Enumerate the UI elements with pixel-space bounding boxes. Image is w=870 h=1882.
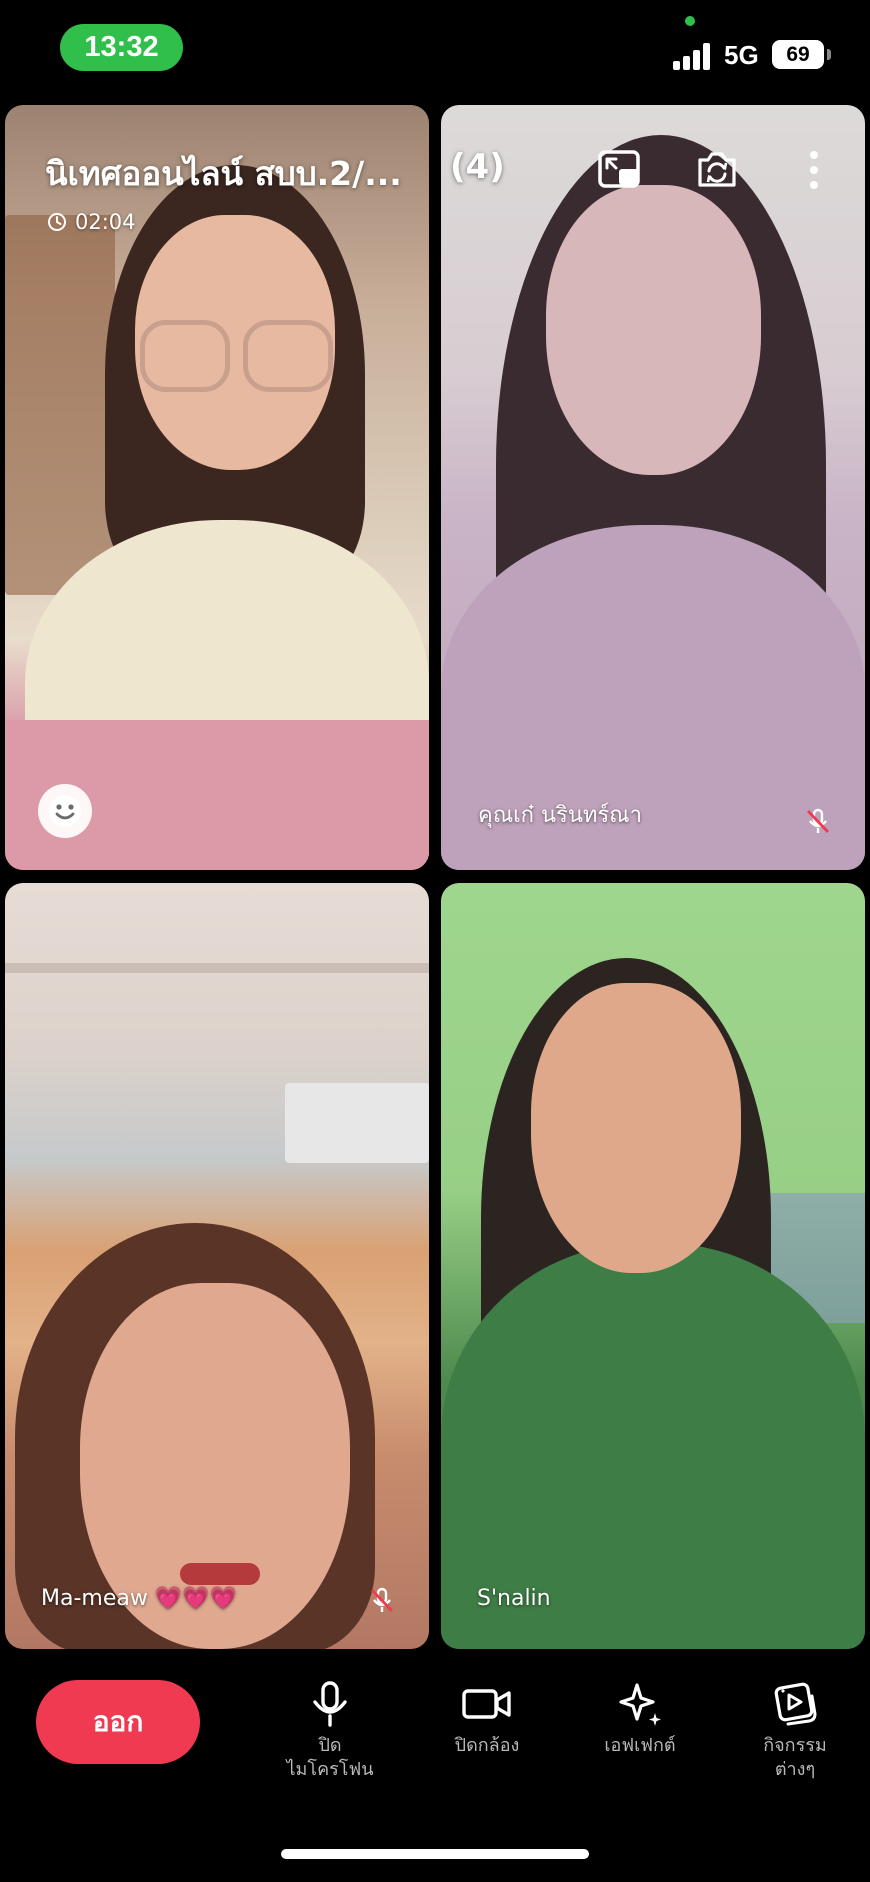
call-header: นิเทศออนไลน์ สบบ.2/... (4) 02:04 <box>0 135 870 235</box>
participant-name: คุณเก๋ นรินทร์ณา <box>478 803 642 828</box>
participant-tile-4[interactable]: S'nalin <box>441 883 865 1649</box>
cellular-signal-icon <box>673 42 713 70</box>
status-time: 13:32 <box>60 24 183 71</box>
smiley-icon <box>49 795 81 827</box>
call-duration-text: 02:04 <box>75 210 136 234</box>
participant-tile-3[interactable]: Ma-meaw 💗💗💗 <box>5 883 429 1649</box>
activities-button[interactable]: กิจกรรม ต่างๆ <box>735 1680 855 1782</box>
video-call-screen: 13:32 5G 69 คุณเก๋ นรินทร์ณา Ma-meaw 💗💗💗… <box>0 0 870 1882</box>
participant-name: Ma-meaw 💗💗💗 <box>41 1586 238 1611</box>
switch-camera-icon[interactable] <box>694 147 740 193</box>
video-camera-icon <box>462 1689 511 1719</box>
activities-label: กิจกรรม ต่างๆ <box>763 1735 827 1780</box>
emoji-reaction-button[interactable] <box>38 784 92 838</box>
muted-mic-icon <box>806 808 830 833</box>
participant-4-video-feed <box>441 883 865 1649</box>
effects-label: เอฟเฟกต์ <box>604 1735 676 1756</box>
battery-nub <box>827 49 831 60</box>
call-controls: ออก ปิด ไมโครโฟน ปิดกล้อง เอฟเฟกต์ กิจกร… <box>0 1660 870 1820</box>
call-duration: 02:04 <box>47 210 136 234</box>
turn-off-camera-button[interactable]: ปิดกล้อง <box>427 1680 547 1758</box>
leave-call-button[interactable]: ออก <box>36 1680 200 1764</box>
more-icon[interactable] <box>791 147 837 193</box>
camera-label: ปิดกล้อง <box>454 1735 520 1756</box>
mute-mic-label: ปิด ไมโครโฟน <box>286 1735 374 1780</box>
battery-icon: 69 <box>772 40 824 69</box>
participant-name: S'nalin <box>477 1586 551 1611</box>
clock-icon <box>48 213 66 231</box>
status-bar: 13:32 5G 69 <box>0 0 870 100</box>
pip-icon[interactable] <box>597 147 643 193</box>
participant-3-video-feed <box>5 883 429 1649</box>
microphone-icon <box>313 1681 347 1727</box>
sparkles-icon <box>619 1683 661 1726</box>
camera-in-use-indicator <box>685 16 695 26</box>
muted-mic-icon <box>370 1587 394 1612</box>
home-indicator[interactable] <box>281 1849 589 1859</box>
activities-play-icon <box>774 1682 817 1726</box>
network-type: 5G <box>724 40 759 70</box>
participant-count: (4) <box>450 147 505 187</box>
mute-mic-button[interactable]: ปิด ไมโครโฟน <box>270 1680 390 1782</box>
group-call-title: นิเทศออนไลน์ สบบ.2/... <box>45 154 402 193</box>
effects-button[interactable]: เอฟเฟกต์ <box>580 1680 700 1758</box>
